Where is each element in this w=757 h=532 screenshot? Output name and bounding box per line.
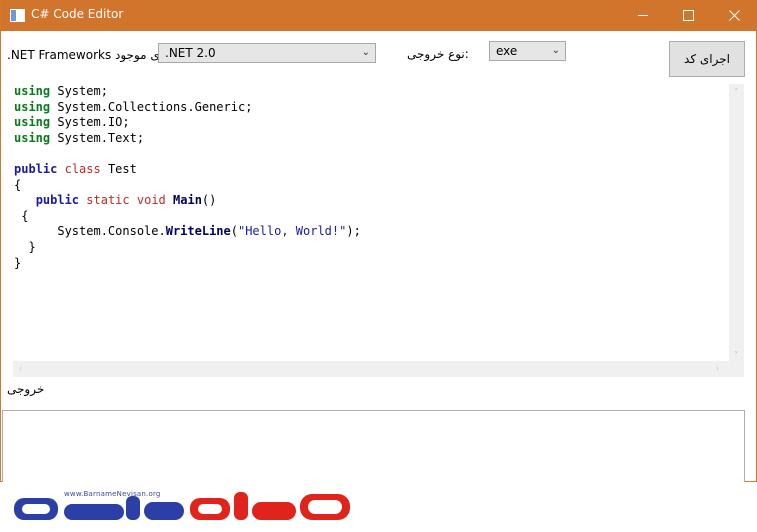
close-button[interactable]: [711, 0, 757, 31]
code-text[interactable]: using System; using System.Collections.G…: [14, 84, 361, 271]
framework-select[interactable]: .NET 2.0 ⌄: [158, 43, 376, 63]
app-window-icon: [10, 9, 25, 22]
output-type-selected-value: exe: [496, 44, 518, 58]
vertical-scrollbar[interactable]: ⌃ ⌄: [729, 84, 744, 361]
output-label: خروجی: [7, 382, 45, 396]
scrollbar-corner: [729, 361, 744, 377]
title-bar[interactable]: C# Code Editor: [1, 0, 757, 31]
minimize-button[interactable]: [620, 0, 666, 31]
output-type-label: نوع خروجی:: [407, 47, 469, 61]
maximize-icon: [682, 10, 694, 21]
scroll-down-icon[interactable]: ⌄: [733, 346, 740, 355]
app-window: C# Code Editor .NET Frameworks های موجود…: [0, 0, 757, 482]
scroll-right-icon[interactable]: ›: [716, 364, 719, 373]
run-code-button[interactable]: اجرای کد: [669, 41, 745, 77]
output-type-select[interactable]: exe ⌄: [489, 41, 566, 61]
chevron-down-icon: ⌄: [361, 47, 370, 58]
scroll-left-icon[interactable]: ‹: [19, 364, 22, 373]
code-editor[interactable]: using System; using System.Collections.G…: [13, 84, 744, 377]
maximize-button[interactable]: [665, 0, 711, 31]
frameworks-label: .NET Frameworks های موجود: [7, 48, 170, 62]
watermark-url: www.BarnameNevisan.org: [64, 490, 161, 498]
framework-selected-value: .NET 2.0: [165, 46, 216, 60]
minimize-icon: [638, 15, 648, 16]
horizontal-scrollbar[interactable]: ‹ ›: [13, 361, 729, 377]
output-textbox[interactable]: [2, 410, 745, 482]
scroll-up-icon[interactable]: ⌃: [733, 87, 740, 96]
close-icon: [728, 10, 740, 21]
window-title: C# Code Editor: [31, 7, 124, 21]
chevron-down-icon: ⌄: [551, 45, 560, 56]
